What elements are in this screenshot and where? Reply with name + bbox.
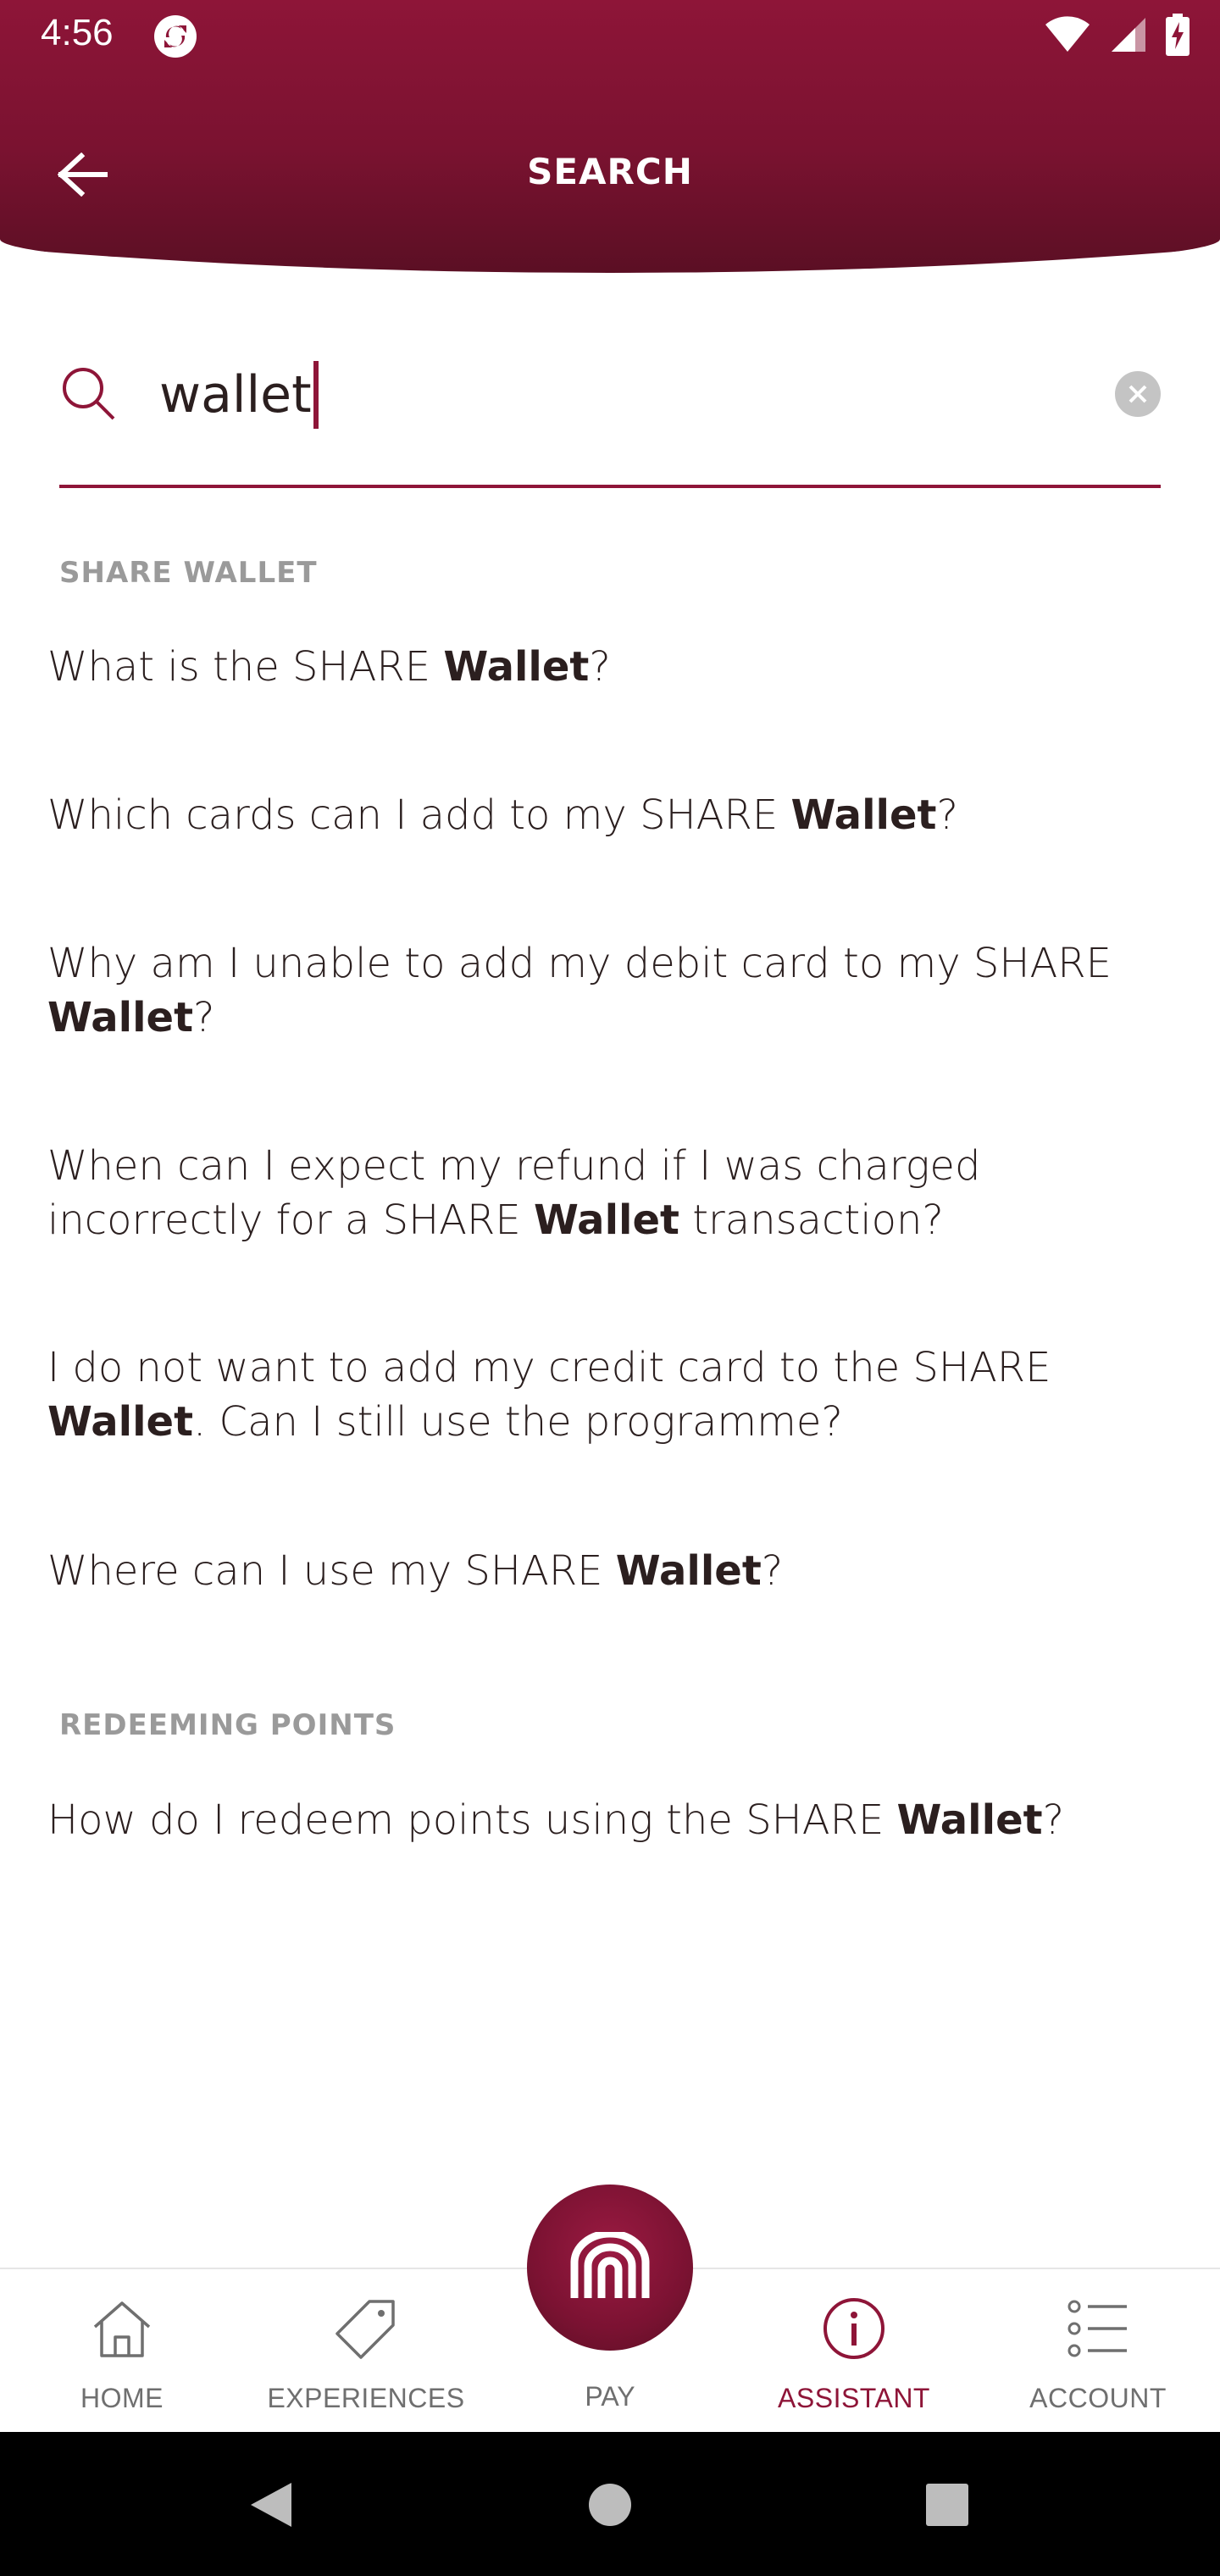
nav-label-account: ACCOUNT — [1029, 2383, 1167, 2413]
result-item[interactable]: Why am I unable to add my debit card to … — [47, 936, 1174, 1045]
result-text: ? — [936, 791, 958, 839]
result-text: ? — [761, 1547, 784, 1595]
result-text: Why am I unable to add my debit card to … — [47, 940, 1112, 987]
result-highlight: Wallet — [47, 1398, 194, 1446]
result-item[interactable]: Where can I use my SHARE Wallet? — [47, 1544, 1174, 1598]
result-item[interactable]: When can I expect my refund if I was cha… — [47, 1139, 1174, 1247]
result-text: Which cards can I add to my SHARE — [47, 791, 791, 839]
result-highlight: Wallet — [443, 643, 590, 691]
nav-label-pay: PAY — [585, 2381, 635, 2412]
back-triangle-icon[interactable] — [241, 2474, 302, 2535]
text-caret — [313, 361, 319, 429]
result-text: ? — [1042, 1796, 1065, 1844]
status-bar: 4:56 — [0, 0, 1220, 71]
search-icon — [59, 364, 117, 422]
nav-label-home: HOME — [80, 2383, 164, 2413]
result-highlight: Wallet — [533, 1196, 679, 1244]
result-text: Where can I use my SHARE — [47, 1547, 616, 1595]
nav-label-experiences: EXPERIENCES — [267, 2383, 465, 2413]
clear-icon[interactable] — [1115, 371, 1161, 417]
wifi-icon — [1044, 16, 1091, 53]
list-icon — [1064, 2295, 1132, 2362]
result-text: ? — [193, 994, 215, 1041]
pay-logo-icon — [568, 2229, 652, 2303]
result-text: I do not want to add my credit card to t… — [47, 1344, 1051, 1391]
search-input-value: wallet — [159, 365, 312, 425]
nav-home[interactable]: HOME — [0, 2269, 244, 2434]
system-navigation-bar — [0, 2432, 1220, 2576]
result-item[interactable]: I do not want to add my credit card to t… — [47, 1341, 1174, 1449]
result-highlight: Wallet — [615, 1547, 762, 1595]
status-time: 4:56 — [41, 12, 114, 53]
home-icon — [88, 2295, 156, 2362]
info-icon — [820, 2295, 888, 2362]
sync-icon — [152, 14, 198, 59]
pay-button[interactable] — [527, 2185, 693, 2351]
result-highlight: Wallet — [47, 994, 194, 1041]
home-circle-icon[interactable] — [580, 2474, 640, 2535]
signal-icon — [1110, 16, 1147, 53]
nav-label-assistant: ASSISTANT — [778, 2383, 930, 2413]
result-highlight: Wallet — [790, 791, 937, 839]
result-text: transaction? — [679, 1196, 944, 1244]
battery-charging-icon — [1166, 14, 1190, 56]
result-text: What is the SHARE — [47, 643, 444, 691]
result-item[interactable]: How do I redeem points using the SHARE W… — [47, 1793, 1174, 1847]
tag-icon — [332, 2295, 400, 2362]
page-title: SEARCH — [527, 151, 693, 192]
search-input[interactable]: wallet — [159, 361, 319, 429]
section-header-redeeming-points: REDEEMING POINTS — [59, 1708, 396, 1742]
result-item[interactable]: Which cards can I add to my SHARE Wallet… — [47, 788, 1174, 842]
result-text: . Can I still use the programme? — [193, 1398, 843, 1446]
nav-account[interactable]: ACCOUNT — [976, 2269, 1220, 2434]
section-header-share-wallet: SHARE WALLET — [59, 556, 318, 590]
nav-assistant[interactable]: ASSISTANT — [732, 2269, 976, 2434]
result-highlight: Wallet — [896, 1796, 1043, 1844]
search-bar[interactable]: wallet — [59, 342, 1161, 488]
result-item[interactable]: What is the SHARE Wallet? — [47, 640, 1174, 694]
nav-experiences[interactable]: EXPERIENCES — [244, 2269, 488, 2434]
result-text: ? — [589, 643, 611, 691]
recents-square-icon[interactable] — [917, 2474, 978, 2535]
result-text: How do I redeem points using the SHARE — [47, 1796, 897, 1844]
